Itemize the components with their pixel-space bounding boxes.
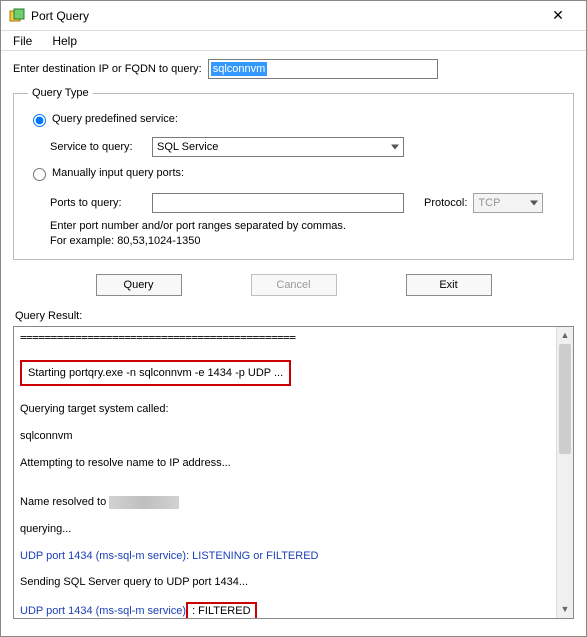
- destination-label: Enter destination IP or FQDN to query:: [13, 63, 202, 75]
- menu-help[interactable]: Help: [44, 32, 85, 50]
- query-result-label: Query Result:: [15, 310, 574, 322]
- service-select[interactable]: SQL Service: [152, 137, 404, 157]
- result-scrollbar[interactable]: ▲ ▼: [556, 327, 573, 618]
- result-target: sqlconnvm: [20, 429, 550, 444]
- destination-value: sqlconnvm: [211, 62, 268, 76]
- highlight-filtered: : FILTERED: [186, 602, 256, 617]
- scroll-track[interactable]: [557, 344, 573, 601]
- radio-predefined-label: Query predefined service:: [52, 113, 178, 125]
- radio-predefined-row[interactable]: Query predefined service:: [28, 111, 559, 127]
- result-filtered-line: UDP port 1434 (ms-sql-m service): FILTER…: [20, 602, 550, 617]
- result-listening-line: UDP port 1434 (ms-sql-m service): LISTEN…: [20, 549, 550, 564]
- radio-manual-label: Manually input query ports:: [52, 167, 184, 179]
- redacted-ip: [109, 496, 179, 509]
- service-label: Service to query:: [50, 141, 146, 153]
- result-line: Name resolved to: [20, 495, 550, 510]
- result-divider: ========================================…: [20, 331, 550, 346]
- result-line: Querying target system called:: [20, 402, 550, 417]
- title-bar: Port Query ✕: [1, 1, 586, 31]
- result-line: Attempting to resolve name to IP address…: [20, 456, 550, 471]
- scroll-up-icon[interactable]: ▲: [557, 327, 573, 344]
- query-button[interactable]: Query: [96, 274, 182, 296]
- close-button[interactable]: ✕: [538, 2, 578, 30]
- query-result-text[interactable]: ========================================…: [14, 327, 556, 618]
- result-line: Sending SQL Server query to UDP port 143…: [20, 575, 550, 590]
- destination-row: Enter destination IP or FQDN to query: s…: [13, 59, 574, 79]
- protocol-select[interactable]: TCP: [473, 193, 543, 213]
- cancel-button: Cancel: [251, 274, 337, 296]
- app-icon: [9, 8, 25, 24]
- ports-hint: Enter port number and/or port ranges sep…: [50, 219, 559, 249]
- scroll-down-icon[interactable]: ▼: [557, 601, 573, 618]
- exit-button[interactable]: Exit: [406, 274, 492, 296]
- result-line: querying...: [20, 522, 550, 537]
- radio-predefined[interactable]: [33, 114, 46, 127]
- button-row: Query Cancel Exit: [13, 270, 574, 306]
- menu-bar: File Help: [1, 31, 586, 51]
- radio-manual[interactable]: [33, 168, 46, 181]
- window-title: Port Query: [31, 9, 538, 23]
- query-result-box: ========================================…: [13, 326, 574, 619]
- service-row: Service to query: SQL Service: [50, 137, 559, 157]
- ports-input[interactable]: [152, 193, 404, 213]
- menu-file[interactable]: File: [5, 32, 40, 50]
- query-type-group: Query Type Query predefined service: Ser…: [13, 87, 574, 260]
- query-type-legend: Query Type: [28, 87, 93, 99]
- ports-row: Ports to query: Protocol: TCP: [50, 193, 559, 213]
- protocol-label: Protocol:: [424, 197, 467, 209]
- destination-input[interactable]: sqlconnvm: [208, 59, 438, 79]
- scroll-thumb[interactable]: [559, 344, 571, 454]
- radio-manual-row[interactable]: Manually input query ports:: [28, 165, 559, 181]
- ports-label: Ports to query:: [50, 197, 146, 209]
- highlight-start-command: Starting portqry.exe -n sqlconnvm -e 143…: [20, 360, 291, 387]
